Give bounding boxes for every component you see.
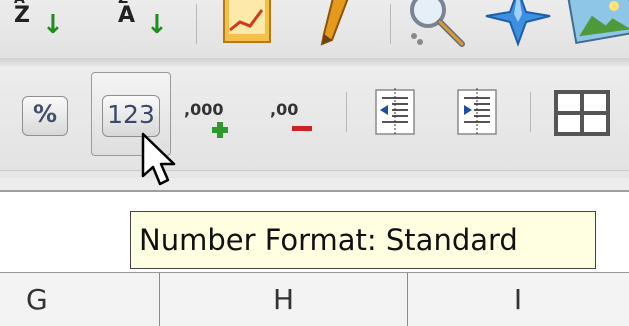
number-format-percent-button[interactable]: %: [16, 88, 74, 142]
gallery-icon: [567, 0, 629, 45]
percent-icon: %: [22, 96, 68, 136]
mouse-pointer-icon: [141, 132, 176, 186]
down-arrow-icon: ↓: [146, 10, 168, 40]
borders-button[interactable]: [552, 86, 618, 146]
chart-icon: [223, 0, 271, 43]
column-header-bar: G H I: [0, 272, 629, 326]
down-arrow-icon: ↓: [42, 10, 64, 40]
delete-decimal-place-button[interactable]: ,00: [262, 86, 324, 146]
navigator-button[interactable]: [482, 0, 554, 52]
standard-number-icon: 123: [102, 95, 160, 137]
draw-functions-button[interactable]: [312, 0, 362, 52]
formula-bar-edge: [0, 178, 629, 192]
increase-indent-icon: [457, 88, 497, 136]
sort-ascending-icon: Z A: [118, 0, 136, 28]
gallery-button[interactable]: [566, 0, 629, 52]
sort-ascending-button[interactable]: Z A ↓: [112, 0, 168, 52]
column-header-h[interactable]: H: [160, 273, 408, 326]
plus-icon: [212, 122, 228, 138]
sort-descending-button[interactable]: A Z ↓: [8, 0, 64, 52]
find-replace-icon: [410, 0, 465, 47]
borders-icon: [554, 90, 610, 136]
add-decimal-place-button[interactable]: ,000: [180, 86, 242, 146]
delete-decimal-icon: ,00: [270, 100, 299, 119]
chart-button[interactable]: [218, 0, 276, 52]
toolbar-separator: [346, 92, 347, 132]
decrease-indent-icon: [375, 88, 415, 136]
toolbar-separator: [196, 4, 197, 44]
decrease-indent-button[interactable]: [370, 86, 420, 146]
draw-functions-icon: [320, 0, 349, 46]
column-header-i[interactable]: I: [407, 273, 629, 326]
toolbar-separator: [390, 4, 391, 44]
add-decimal-icon: ,000: [184, 100, 224, 119]
increase-indent-button[interactable]: [452, 86, 502, 146]
navigator-icon: [485, 0, 551, 47]
tooltip: Number Format: Standard: [130, 211, 596, 269]
sort-descending-icon: A Z: [14, 0, 30, 28]
minus-icon: [292, 126, 312, 131]
formatting-toolbar: % 123 ,000 ,00: [0, 66, 629, 170]
column-header-g[interactable]: G: [0, 273, 160, 326]
standard-toolbar: A Z ↓ Z A ↓: [0, 0, 629, 58]
toolbar-separator: [530, 92, 531, 132]
find-replace-button[interactable]: [404, 0, 468, 52]
